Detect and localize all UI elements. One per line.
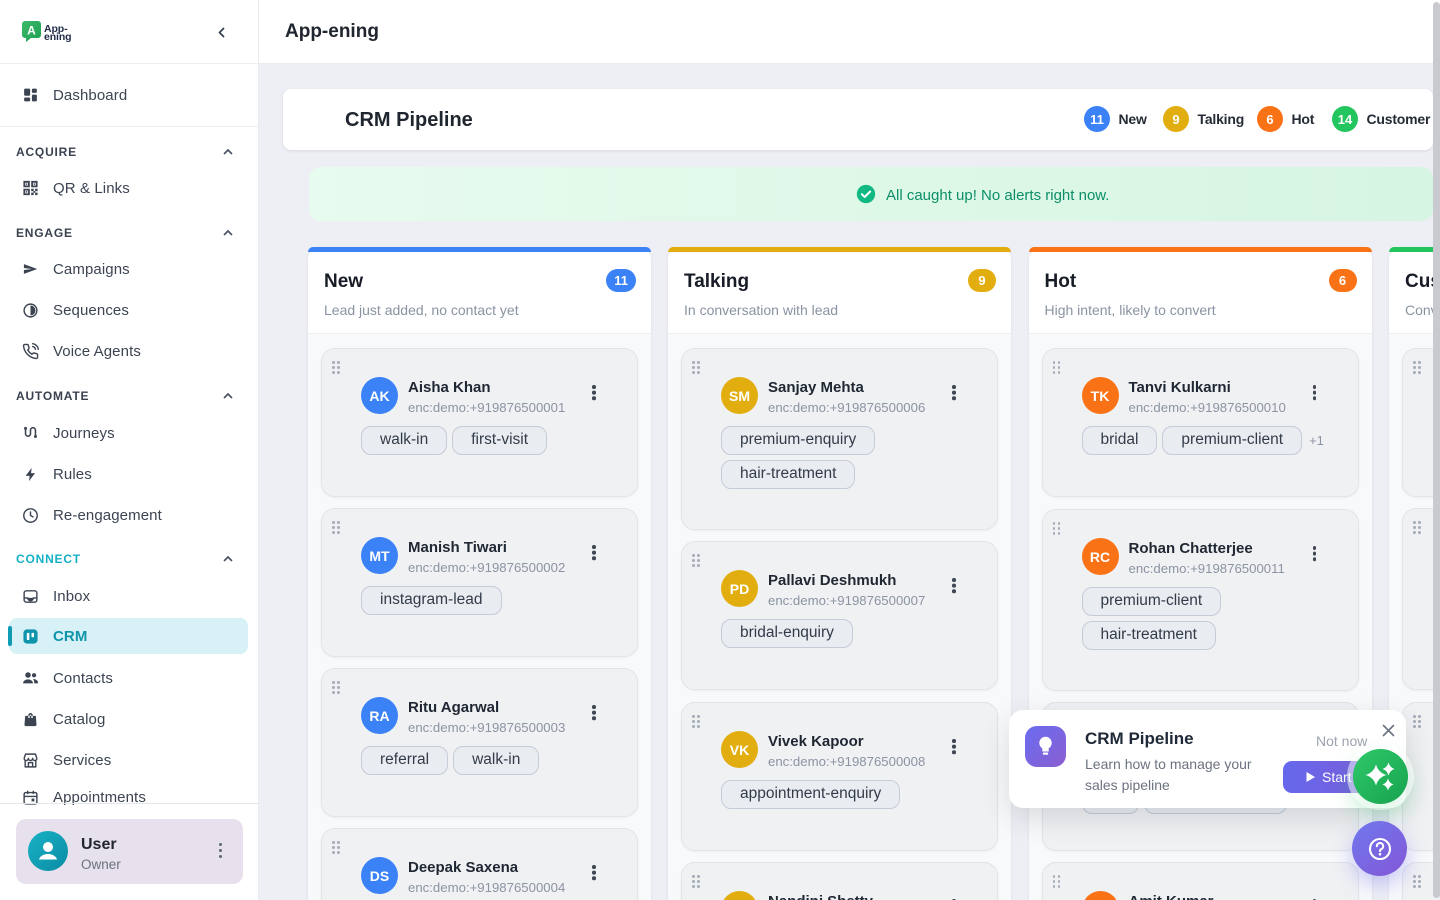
svg-text:A: A: [27, 24, 36, 38]
